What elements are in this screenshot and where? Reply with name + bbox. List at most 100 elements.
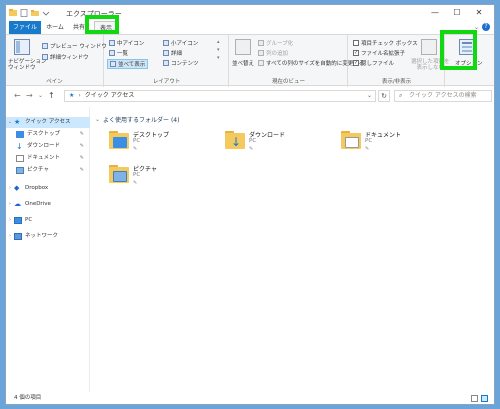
file-extensions-checkbox[interactable]: ✓ — [353, 50, 359, 56]
details-view-icon[interactable] — [471, 395, 478, 402]
group-label-show-hide: 表示/非表示 — [381, 79, 412, 85]
title-bar: エクスプローラー — ☐ ✕ — [6, 5, 494, 21]
navigation-pane: ⌄ ★ クイック アクセス デスクトップ ✎ ↓ ダウンロード ✎ ドキュメント… — [6, 107, 90, 392]
nav-item-pictures[interactable]: ピクチャ ✎ — [6, 165, 90, 176]
expand-chevron-icon[interactable]: › — [6, 231, 14, 242]
sort-icon — [235, 39, 251, 55]
details-icon — [163, 50, 169, 56]
navigation-pane-icon — [14, 39, 30, 55]
pin-icon: ✎ — [79, 155, 84, 161]
nav-item-pc[interactable]: › PC — [6, 215, 90, 226]
list-icon — [109, 50, 115, 56]
pin-icon: ✎ — [79, 131, 84, 137]
tab-home[interactable]: ホーム — [44, 21, 66, 34]
minimize-button[interactable]: — — [424, 7, 446, 18]
section-header[interactable]: ⌄ よく使用するフォルダー (4) — [95, 115, 179, 124]
folder-tile-downloads[interactable]: ↓ ダウンロード PC ✎ — [225, 129, 325, 157]
pictures-icon — [16, 167, 24, 174]
group-show-hide: 項目チェック ボックス ✓ ファイル名拡張子 ✓ 隠しファイル 選択した項目を 表示… — [349, 35, 450, 87]
search-placeholder: クイック アクセスの検索 — [409, 92, 477, 99]
back-arrow-icon[interactable]: ← — [14, 91, 21, 100]
layout-medium-icons[interactable]: 中アイコン — [109, 39, 144, 47]
details-pane-icon — [42, 54, 48, 60]
file-extensions-toggle[interactable]: ✓ ファイル名拡張子 — [353, 49, 405, 57]
quick-access-star-icon: ★ — [69, 92, 75, 99]
pc-monitor-icon — [14, 217, 22, 224]
star-icon: ★ — [14, 118, 21, 126]
nav-item-desktop[interactable]: デスクトップ ✎ — [6, 129, 90, 140]
up-arrow-icon[interactable]: ↑ — [48, 91, 55, 100]
item-checkboxes-checkbox[interactable] — [353, 40, 359, 46]
sort-button[interactable]: 並べ替え — [232, 59, 254, 67]
address-bar-row: ← → ⌄ ↑ ★ › クイック アクセス ⌄ ↻ ⌕ クイック アクセスの検索 — [6, 87, 494, 105]
expand-chevron-icon[interactable]: › — [6, 215, 14, 226]
onedrive-cloud-icon: ☁ — [14, 200, 21, 208]
tab-file[interactable]: ファイル — [9, 21, 41, 34]
folder-tile-desktop[interactable]: デスクトップ PC ✎ — [109, 129, 209, 157]
scroll-down-icon[interactable]: ▾ — [217, 47, 220, 53]
group-label-layout: レイアウト — [152, 79, 181, 85]
group-by-button[interactable]: グループ化 — [258, 39, 293, 47]
nav-item-downloads[interactable]: ↓ ダウンロード ✎ — [6, 141, 90, 152]
more-layouts-icon[interactable]: ▾ — [217, 55, 220, 61]
help-icon[interactable]: ? — [482, 23, 490, 31]
documents-icon — [16, 155, 24, 162]
item-checkboxes-toggle[interactable]: 項目チェック ボックス — [353, 39, 418, 47]
layout-details[interactable]: 詳細 — [163, 49, 182, 57]
pin-icon: ✎ — [133, 146, 138, 152]
pictures-folder-icon — [109, 165, 129, 183]
add-columns-icon — [258, 50, 264, 56]
view-switcher — [471, 395, 488, 402]
layout-tiles[interactable]: 並べて表示 — [107, 59, 149, 69]
expand-chevron-icon[interactable]: › — [6, 183, 14, 194]
folder-tile-documents[interactable]: ドキュメント PC ✎ — [341, 129, 441, 157]
refresh-button[interactable]: ↻ — [378, 90, 390, 102]
details-pane-button[interactable]: 詳細ウィンドウ — [42, 53, 89, 61]
documents-folder-icon — [341, 131, 361, 149]
ribbon-view-panel: ナビゲーション ウィンドウ プレビュー ウィンドウ 詳細ウィンドウ ペイン 中ア… — [6, 34, 494, 87]
hidden-items-toggle[interactable]: ✓ 隠しファイル — [353, 59, 394, 67]
add-columns-button[interactable]: 列の追加 — [258, 49, 288, 57]
layout-small-icons[interactable]: 小アイコン — [163, 39, 198, 47]
close-button[interactable]: ✕ — [468, 7, 490, 18]
window-controls: — ☐ ✕ — [424, 7, 490, 18]
properties-icon[interactable] — [20, 9, 28, 17]
maximize-button[interactable]: ☐ — [446, 7, 468, 18]
address-dropdown-icon[interactable]: ⌄ — [367, 91, 372, 101]
preview-pane-button[interactable]: プレビュー ウィンドウ — [42, 42, 107, 50]
nav-item-dropbox[interactable]: › ◆ Dropbox — [6, 183, 90, 194]
layout-content[interactable]: コンテンツ — [163, 59, 199, 67]
breadcrumb-quick-access[interactable]: クイック アクセス — [85, 91, 135, 101]
scroll-up-icon[interactable]: ▴ — [217, 39, 220, 45]
new-folder-icon[interactable] — [31, 9, 39, 17]
network-icon — [14, 233, 22, 240]
search-input[interactable]: ⌕ クイック アクセスの検索 — [394, 90, 492, 102]
navigation-pane-button[interactable]: ナビゲーション ウィンドウ — [8, 59, 46, 71]
nav-item-documents[interactable]: ドキュメント ✎ — [6, 153, 90, 164]
large-icons-view-icon[interactable] — [481, 395, 488, 402]
nav-item-onedrive[interactable]: › ☁ OneDrive — [6, 199, 90, 210]
section-collapse-icon[interactable]: ⌄ — [95, 116, 100, 123]
collapse-chevron-icon[interactable]: ⌄ — [6, 117, 14, 128]
group-layout: 中アイコン 小アイコン 一覧 詳細 並べて表示 コンテンツ ▴ ▾ ▾ レイアウ… — [105, 35, 229, 87]
recent-locations-icon[interactable]: ⌄ — [38, 92, 43, 99]
forward-arrow-icon[interactable]: → — [26, 91, 33, 100]
group-label-current-view: 現在のビュー — [271, 79, 305, 85]
desktop-folder-icon — [109, 131, 129, 149]
dropbox-icon: ◆ — [14, 184, 20, 192]
nav-item-quick-access[interactable]: ⌄ ★ クイック アクセス — [6, 117, 90, 128]
address-bar[interactable]: ★ › クイック アクセス ⌄ — [64, 90, 376, 102]
group-panes: ナビゲーション ウィンドウ プレビュー ウィンドウ 詳細ウィンドウ ペイン — [6, 35, 107, 87]
download-folder-icon: ↓ — [225, 131, 245, 149]
pin-icon: ✎ — [365, 146, 370, 152]
layout-list[interactable]: 一覧 — [109, 49, 128, 57]
folder-tile-pictures[interactable]: ピクチャ PC ✎ — [109, 163, 209, 191]
layout-scroll[interactable]: ▴ ▾ ▾ — [217, 39, 220, 61]
hidden-items-checkbox[interactable]: ✓ — [353, 60, 359, 66]
qat-customize-icon[interactable] — [42, 9, 50, 17]
hide-selected-icon — [421, 39, 437, 55]
explorer-window: エクスプローラー — ☐ ✕ ファイル ホーム 共有 表示 ⌄ ? ナビゲーショ… — [5, 4, 495, 405]
expand-chevron-icon[interactable]: › — [6, 199, 14, 210]
pin-icon: ✎ — [79, 167, 84, 173]
nav-item-network[interactable]: › ネットワーク — [6, 231, 90, 242]
